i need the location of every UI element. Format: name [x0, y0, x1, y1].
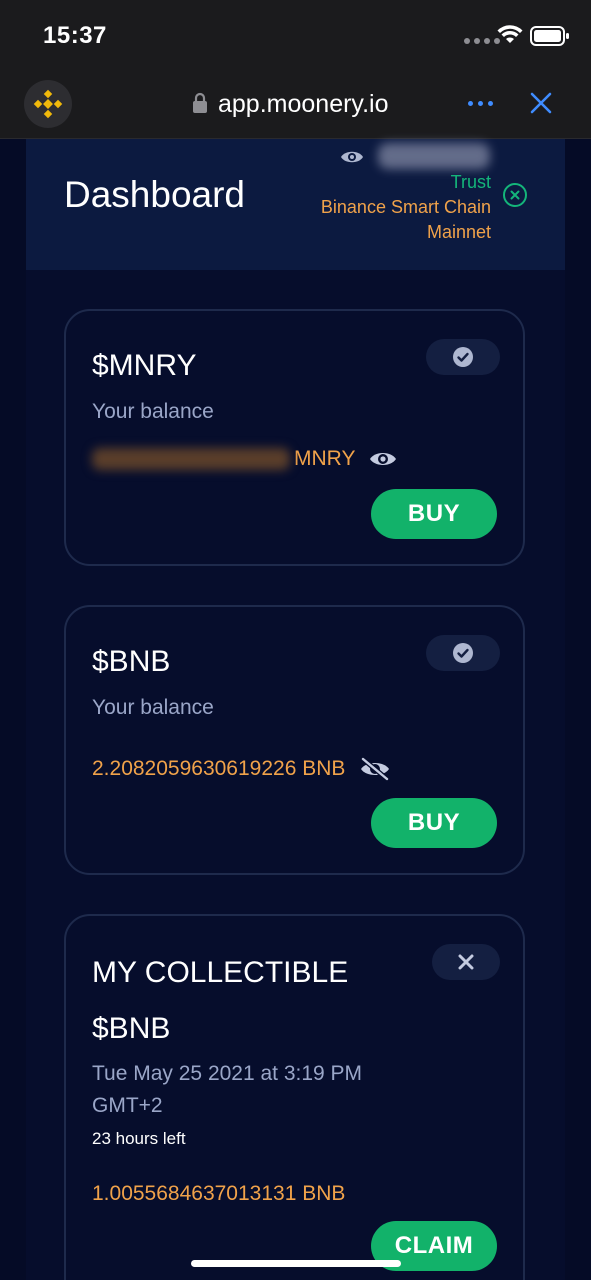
eye-icon[interactable]: [369, 449, 397, 469]
status-time: 15:37: [43, 22, 107, 49]
more-icon[interactable]: [468, 101, 493, 106]
card-subtitle: Your balance: [92, 696, 214, 719]
balance-value: 2.2082059630619226 BNB: [92, 757, 346, 780]
card-title: $BNB: [92, 1012, 171, 1045]
page-title: Dashboard: [64, 174, 246, 215]
balance-row: 2.2082059630619226 BNB: [92, 757, 391, 781]
network-type: Mainnet: [426, 222, 491, 242]
close-icon[interactable]: [530, 92, 552, 114]
time-left: 23 hours left: [92, 1129, 186, 1148]
visibility-toggle[interactable]: [426, 635, 500, 671]
disconnect-icon[interactable]: [502, 182, 528, 208]
collectible-card: MY COLLECTIBLE $BNB Tue May 25 2021 at 3…: [64, 914, 525, 1280]
visibility-toggle[interactable]: [426, 339, 500, 375]
screen: 15:37 app.moonery.io Dashboard Trust Bin…: [0, 0, 591, 1280]
lock-icon: [193, 92, 207, 113]
balance-row: MNRY: [92, 447, 397, 471]
binance-logo-icon[interactable]: [24, 80, 72, 128]
browser-bar: app.moonery.io: [0, 72, 591, 139]
card-title: $BNB: [92, 645, 171, 678]
balance-value: 1.0055684637013131 BNB: [92, 1182, 346, 1205]
home-indicator[interactable]: [191, 1260, 401, 1267]
token-card-mnry: $MNRY Your balance MNRY BUY: [64, 309, 525, 566]
check-circle-icon: [453, 347, 473, 367]
wallet-provider: Trust: [450, 172, 491, 192]
eye-off-icon[interactable]: [359, 757, 391, 781]
date-line1: Tue May 25 2021 at 3:19 PM: [92, 1062, 363, 1085]
card-title: $MNRY: [92, 349, 197, 382]
x-icon: [458, 954, 474, 970]
url-text[interactable]: app.moonery.io: [218, 90, 388, 119]
eye-icon[interactable]: [340, 148, 364, 166]
balance-hidden: [92, 448, 290, 470]
wifi-icon: [497, 25, 523, 43]
date-line2: GMT+2: [92, 1094, 163, 1117]
balance-row: 1.0055684637013131 BNB: [92, 1182, 345, 1206]
network-name: Binance Smart Chain: [320, 197, 491, 217]
token-card-bnb: $BNB Your balance 2.2082059630619226 BNB…: [64, 605, 525, 875]
wallet-address-hidden: [378, 143, 490, 169]
buy-button[interactable]: BUY: [371, 489, 497, 539]
check-circle-icon: [453, 643, 473, 663]
balance-unit: MNRY: [294, 447, 356, 470]
status-bar: 15:37: [0, 0, 591, 72]
card-heading: MY COLLECTIBLE: [92, 956, 349, 989]
signal-icon: [464, 38, 500, 44]
card-subtitle: Your balance: [92, 400, 214, 423]
dismiss-button[interactable]: [432, 944, 500, 980]
buy-button[interactable]: BUY: [371, 798, 497, 848]
battery-icon: [530, 26, 569, 46]
